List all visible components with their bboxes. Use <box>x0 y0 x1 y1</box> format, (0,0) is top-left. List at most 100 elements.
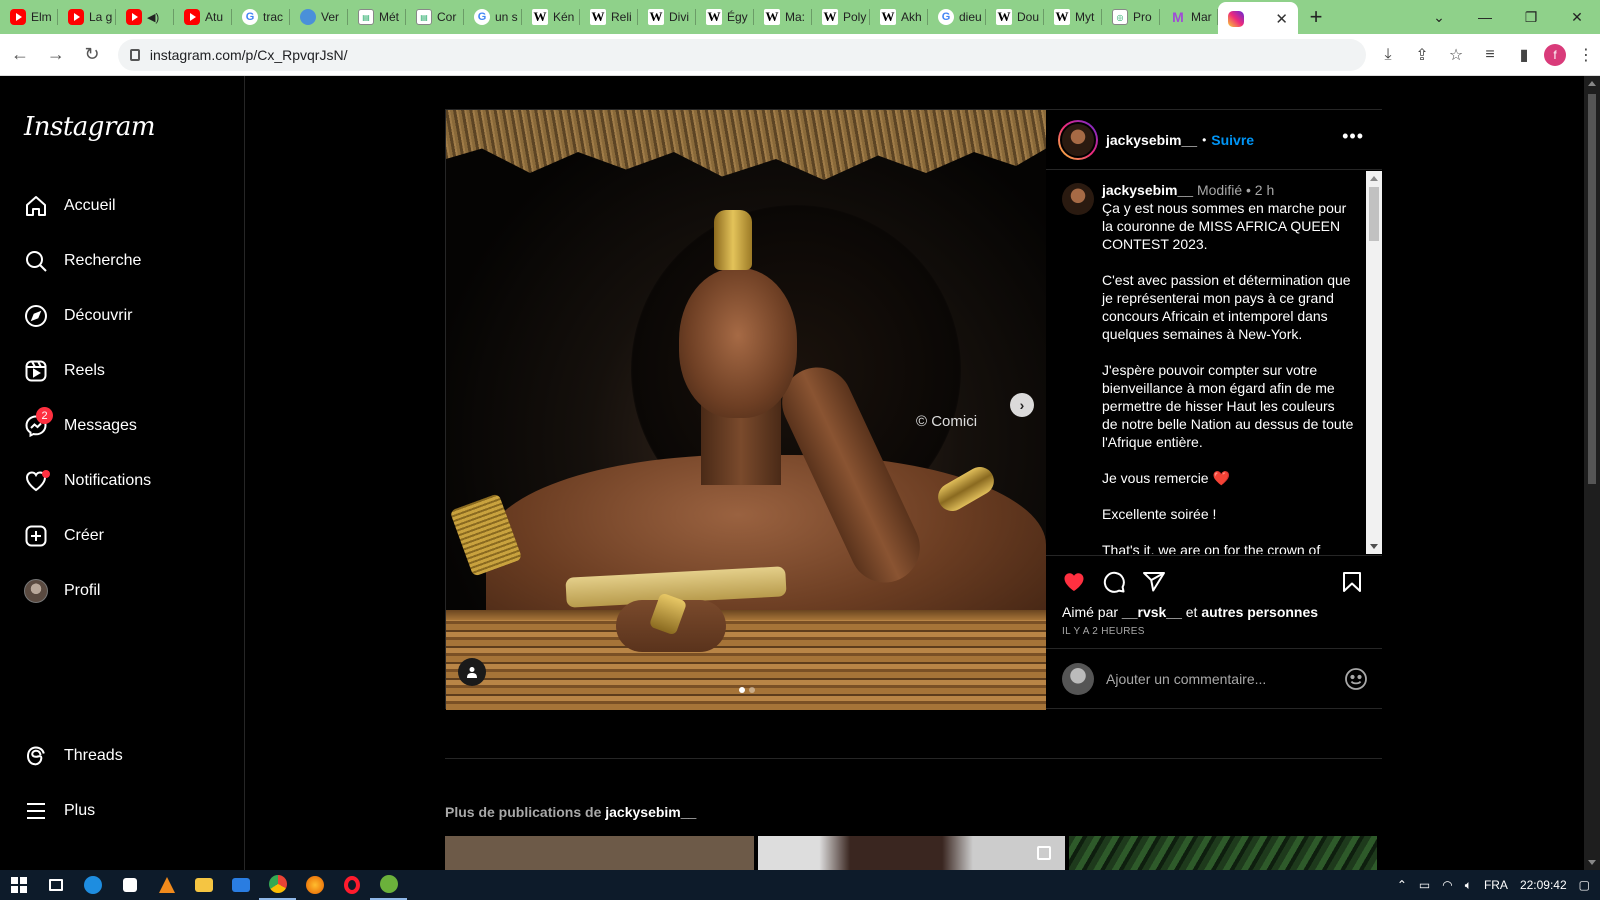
sidebar-item-accueil[interactable]: Accueil <box>0 182 245 230</box>
more-options-icon[interactable]: ••• <box>1342 126 1364 147</box>
browser-tab[interactable]: Atu <box>174 0 232 34</box>
follow-button[interactable]: Suivre <box>1211 132 1254 148</box>
windows-start-icon[interactable] <box>0 870 37 900</box>
sidebar-item-recherche[interactable]: Recherche <box>0 237 245 285</box>
utorrent-icon[interactable] <box>370 870 407 900</box>
browser-tab[interactable]: W Ma: <box>754 0 812 34</box>
browser-tab[interactable]: W Divi <box>638 0 696 34</box>
page-scrollbar[interactable] <box>1584 76 1600 870</box>
browser-tab[interactable]: W Reli <box>580 0 638 34</box>
comment-icon[interactable] <box>1102 570 1126 594</box>
speaker-icon[interactable]: ◀) <box>147 11 159 24</box>
browser-tab[interactable]: ▤ Mét <box>348 0 406 34</box>
close-tab-icon[interactable]: ✕ <box>1275 10 1288 28</box>
notification-center-icon[interactable]: ▢ <box>1579 878 1590 892</box>
share-icon[interactable]: ⇪ <box>1408 41 1436 69</box>
install-icon[interactable]: ⤓ <box>1374 41 1402 69</box>
side-panel-icon[interactable]: ▮ <box>1510 41 1538 69</box>
forward-icon[interactable]: → <box>40 39 72 71</box>
store-icon[interactable] <box>111 870 148 900</box>
scroll-thumb[interactable] <box>1369 187 1379 241</box>
sidebar-item-reels[interactable]: Reels <box>0 347 245 395</box>
volume-icon[interactable]: 🔈︎ <box>1465 878 1472 893</box>
new-tab-button[interactable]: + <box>1298 0 1334 34</box>
wifi-icon[interactable]: ◠ <box>1442 878 1452 892</box>
caption-avatar[interactable] <box>1062 183 1094 215</box>
sidebar-item-messages[interactable]: 2 Messages <box>0 402 245 450</box>
bookmark-star-icon[interactable]: ☆ <box>1442 41 1470 69</box>
more-posts-username[interactable]: jackysebim__ <box>605 804 696 820</box>
scroll-down-icon[interactable] <box>1370 544 1378 549</box>
close-window-icon[interactable]: ✕ <box>1554 0 1600 34</box>
chevron-up-icon[interactable]: ⌃ <box>1397 878 1407 892</box>
sidebar-item-plus[interactable]: Plus <box>0 787 245 835</box>
kebab-menu-icon[interactable]: ⋮ <box>1572 41 1600 69</box>
sidebar-item-decouvrir[interactable]: Découvrir <box>0 292 245 340</box>
chrome-icon[interactable] <box>259 870 296 900</box>
edge-icon[interactable] <box>74 870 111 900</box>
author-username[interactable]: jackysebim__ <box>1106 132 1197 148</box>
tab-search-icon[interactable]: ⌄ <box>1416 0 1462 34</box>
browser-tab[interactable]: W Égy <box>696 0 754 34</box>
sidebar-item-notifications[interactable]: Notifications <box>0 457 245 505</box>
vlc-icon[interactable] <box>148 870 185 900</box>
reading-list-icon[interactable]: ≡ <box>1476 41 1504 69</box>
browser-tab[interactable]: La g <box>58 0 116 34</box>
address-bar[interactable]: instagram.com/p/Cx_RpvqrJsN/ <box>117 38 1366 71</box>
more-post-thumbnail[interactable] <box>1069 836 1377 870</box>
mail-icon[interactable] <box>222 870 259 900</box>
liker-username[interactable]: __rvsk__ <box>1122 604 1182 620</box>
caption-area[interactable]: jackysebim__ Modifié • 2 h Ça y est nous… <box>1046 171 1382 554</box>
language-indicator[interactable]: FRA <box>1484 878 1508 892</box>
more-post-thumbnail[interactable] <box>445 836 754 870</box>
scroll-down-icon[interactable] <box>1588 860 1596 865</box>
restore-icon[interactable]: ❐ <box>1508 0 1554 34</box>
scroll-up-icon[interactable] <box>1588 81 1596 86</box>
browser-profile-avatar[interactable]: f <box>1544 43 1566 66</box>
browser-tab[interactable]: Ver <box>290 0 348 34</box>
taskbar-clock[interactable]: 22:09:42 <box>1520 878 1567 892</box>
author-avatar[interactable] <box>1058 119 1098 160</box>
reload-icon[interactable]: ↻ <box>76 39 108 71</box>
task-view-icon[interactable] <box>37 870 74 900</box>
more-post-thumbnail[interactable] <box>758 836 1065 870</box>
browser-tab[interactable]: Elm <box>0 0 58 34</box>
firefox-icon[interactable] <box>296 870 333 900</box>
back-icon[interactable]: ← <box>4 39 36 71</box>
browser-tab[interactable]: M Mar <box>1160 0 1218 34</box>
carousel-next-button[interactable]: › <box>1010 393 1034 417</box>
comment-input[interactable]: Ajouter un commentaire... <box>1106 671 1266 687</box>
lock-icon[interactable] <box>129 48 140 61</box>
scroll-up-icon[interactable] <box>1370 176 1378 181</box>
browser-tab[interactable]: Gtrac <box>232 0 290 34</box>
bookmark-icon[interactable] <box>1340 570 1364 594</box>
browser-tab[interactable]: Gun s <box>464 0 522 34</box>
browser-tab[interactable]: W Kén <box>522 0 580 34</box>
browser-tab[interactable]: W Dou <box>986 0 1044 34</box>
emoji-icon[interactable] <box>1344 667 1368 691</box>
url-text[interactable]: instagram.com/p/Cx_RpvqrJsN/ <box>150 47 348 63</box>
like-heart-icon[interactable] <box>1062 570 1086 594</box>
file-explorer-icon[interactable] <box>185 870 222 900</box>
browser-tab[interactable]: W Poly <box>812 0 870 34</box>
caption-scrollbar[interactable] <box>1366 171 1382 554</box>
post-photo[interactable]: © Comici › <box>446 110 1046 710</box>
instagram-logo[interactable]: Instagram <box>24 112 156 142</box>
battery-icon[interactable]: ▭ <box>1419 878 1430 892</box>
browser-tab[interactable]: ◎ Pro <box>1102 0 1160 34</box>
browser-tab[interactable]: ◀) <box>116 0 174 34</box>
browser-tab[interactable]: W Myt <box>1044 0 1102 34</box>
opera-icon[interactable] <box>333 870 370 900</box>
browser-tab[interactable]: Gdieu <box>928 0 986 34</box>
minimize-icon[interactable]: — <box>1462 0 1508 34</box>
caption-username[interactable]: jackysebim__ <box>1102 182 1193 198</box>
browser-tab[interactable]: ▤ Cor <box>406 0 464 34</box>
sidebar-item-profil[interactable]: Profil <box>0 567 245 615</box>
likes-others-link[interactable]: autres personnes <box>1201 604 1318 620</box>
browser-tab-active[interactable]: ✕ <box>1218 2 1298 36</box>
sidebar-item-threads[interactable]: Threads <box>0 732 245 780</box>
browser-tab[interactable]: W Akh <box>870 0 928 34</box>
sidebar-item-creer[interactable]: Créer <box>0 512 245 560</box>
share-send-icon[interactable] <box>1142 570 1166 594</box>
tagged-users-button[interactable] <box>458 658 486 686</box>
